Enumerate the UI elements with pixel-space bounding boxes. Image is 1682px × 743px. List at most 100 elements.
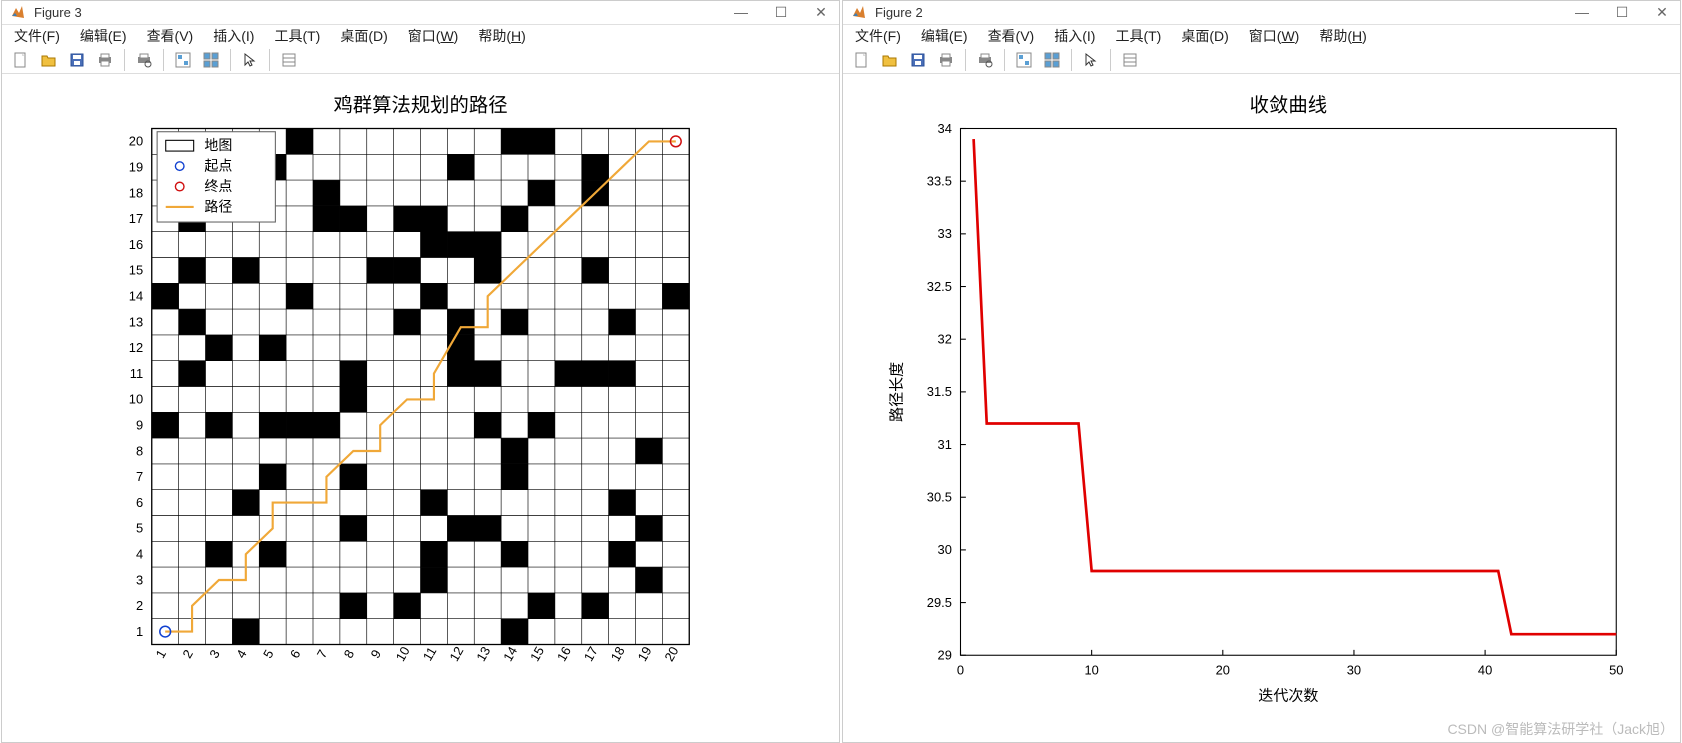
print-preview-icon[interactable] xyxy=(131,47,157,73)
svg-text:地图: 地图 xyxy=(204,137,232,153)
new-file-icon[interactable] xyxy=(8,47,34,73)
svg-text:20: 20 xyxy=(129,134,143,149)
svg-text:迭代次数: 迭代次数 xyxy=(1258,687,1318,704)
svg-text:8: 8 xyxy=(136,443,143,458)
svg-text:7: 7 xyxy=(136,469,143,484)
window-title: Figure 3 xyxy=(34,5,731,20)
menu-edit[interactable]: 编辑(E) xyxy=(80,26,127,46)
svg-text:12: 12 xyxy=(446,644,466,664)
print-icon[interactable] xyxy=(933,47,959,73)
svg-text:33.5: 33.5 xyxy=(927,173,952,188)
svg-text:2: 2 xyxy=(179,647,196,661)
figure-window-2: Figure 2 — ☐ ✕ 文件(F) 编辑(E) 查看(V) 插入(I) 工… xyxy=(842,0,1681,743)
svg-text:31.5: 31.5 xyxy=(927,384,952,399)
menu-edit[interactable]: 编辑(E) xyxy=(921,26,968,46)
svg-text:17: 17 xyxy=(129,211,143,226)
svg-text:29: 29 xyxy=(938,648,952,663)
svg-text:11: 11 xyxy=(130,366,143,381)
svg-text:1: 1 xyxy=(136,624,143,639)
svg-text:6: 6 xyxy=(136,495,143,510)
cursor-icon[interactable] xyxy=(237,47,263,73)
data-tips-icon[interactable] xyxy=(1117,47,1143,73)
svg-text:14: 14 xyxy=(129,289,143,304)
svg-text:9: 9 xyxy=(136,417,143,432)
titlebar: Figure 3 — ☐ ✕ xyxy=(2,1,839,25)
menu-desktop[interactable]: 桌面(D) xyxy=(1181,26,1228,46)
minimize-button[interactable]: — xyxy=(731,4,751,21)
svg-text:1: 1 xyxy=(153,647,170,661)
print-icon[interactable] xyxy=(92,47,118,73)
plot-tools-icon[interactable] xyxy=(1039,47,1065,73)
menu-view[interactable]: 查看(V) xyxy=(988,26,1035,46)
maximize-button[interactable]: ☐ xyxy=(1612,4,1632,21)
svg-text:16: 16 xyxy=(129,237,143,252)
svg-text:3: 3 xyxy=(136,572,143,587)
svg-text:路径长度: 路径长度 xyxy=(888,362,905,422)
svg-text:13: 13 xyxy=(129,314,143,329)
watermark: CSDN @智能算法研学社（Jack旭） xyxy=(1447,719,1674,739)
svg-text:3: 3 xyxy=(206,647,223,661)
open-icon[interactable] xyxy=(877,47,903,73)
menu-help[interactable]: 帮助(H) xyxy=(1319,26,1366,46)
plot-tools-icon[interactable] xyxy=(198,47,224,73)
titlebar: Figure 2 — ☐ ✕ xyxy=(843,1,1680,25)
menu-window[interactable]: 窗口(W) xyxy=(1249,26,1300,46)
menu-help[interactable]: 帮助(H) xyxy=(478,26,525,46)
menu-file[interactable]: 文件(F) xyxy=(14,26,60,46)
figure-window-3: Figure 3 — ☐ ✕ 文件(F) 编辑(E) 查看(V) 插入(I) 工… xyxy=(1,0,840,743)
menu-view[interactable]: 查看(V) xyxy=(147,26,194,46)
save-icon[interactable] xyxy=(64,47,90,73)
svg-text:0: 0 xyxy=(957,663,964,678)
svg-text:19: 19 xyxy=(129,160,143,175)
menu-tools[interactable]: 工具(T) xyxy=(274,26,320,46)
menu-desktop[interactable]: 桌面(D) xyxy=(340,26,387,46)
svg-text:8: 8 xyxy=(341,647,358,661)
svg-text:10: 10 xyxy=(393,644,413,664)
open-icon[interactable] xyxy=(36,47,62,73)
svg-text:6: 6 xyxy=(287,647,304,661)
svg-text:29.5: 29.5 xyxy=(927,595,952,610)
svg-text:31: 31 xyxy=(938,437,952,452)
menubar: 文件(F) 编辑(E) 查看(V) 插入(I) 工具(T) 桌面(D) 窗口(W… xyxy=(2,25,839,47)
svg-text:10: 10 xyxy=(129,392,143,407)
svg-text:13: 13 xyxy=(473,644,493,664)
menu-window[interactable]: 窗口(W) xyxy=(408,26,459,46)
minimize-button[interactable]: — xyxy=(1572,4,1592,21)
cursor-icon[interactable] xyxy=(1078,47,1104,73)
svg-text:12: 12 xyxy=(129,340,143,355)
linked-axes-icon[interactable] xyxy=(170,47,196,73)
close-button[interactable]: ✕ xyxy=(811,4,831,21)
menu-insert[interactable]: 插入(I) xyxy=(213,26,254,46)
svg-text:4: 4 xyxy=(136,547,143,562)
menu-tools[interactable]: 工具(T) xyxy=(1115,26,1161,46)
plot-area-grid: 鸡群算法规划的路径1234567891011121314151617181920… xyxy=(2,74,839,742)
svg-text:17: 17 xyxy=(581,644,601,664)
new-file-icon[interactable] xyxy=(849,47,875,73)
svg-text:7: 7 xyxy=(314,647,331,661)
svg-text:5: 5 xyxy=(260,647,277,661)
svg-text:20: 20 xyxy=(661,644,681,664)
menu-insert[interactable]: 插入(I) xyxy=(1054,26,1095,46)
svg-text:14: 14 xyxy=(500,644,520,664)
toolbar xyxy=(843,47,1680,74)
svg-text:32.5: 32.5 xyxy=(927,279,952,294)
svg-text:路径: 路径 xyxy=(204,198,232,214)
svg-text:9: 9 xyxy=(368,647,385,661)
data-tips-icon[interactable] xyxy=(276,47,302,73)
matlab-logo-icon xyxy=(851,4,867,20)
svg-text:15: 15 xyxy=(129,263,143,278)
svg-text:15: 15 xyxy=(527,644,547,664)
save-icon[interactable] xyxy=(905,47,931,73)
menubar: 文件(F) 编辑(E) 查看(V) 插入(I) 工具(T) 桌面(D) 窗口(W… xyxy=(843,25,1680,47)
svg-text:32: 32 xyxy=(938,332,952,347)
svg-text:收敛曲线: 收敛曲线 xyxy=(1250,94,1327,116)
print-preview-icon[interactable] xyxy=(972,47,998,73)
window-title: Figure 2 xyxy=(875,5,1572,20)
menu-file[interactable]: 文件(F) xyxy=(855,26,901,46)
close-button[interactable]: ✕ xyxy=(1652,4,1672,21)
svg-text:11: 11 xyxy=(420,644,440,663)
svg-text:4: 4 xyxy=(233,647,250,661)
linked-axes-icon[interactable] xyxy=(1011,47,1037,73)
maximize-button[interactable]: ☐ xyxy=(771,4,791,21)
svg-text:34: 34 xyxy=(938,121,952,136)
